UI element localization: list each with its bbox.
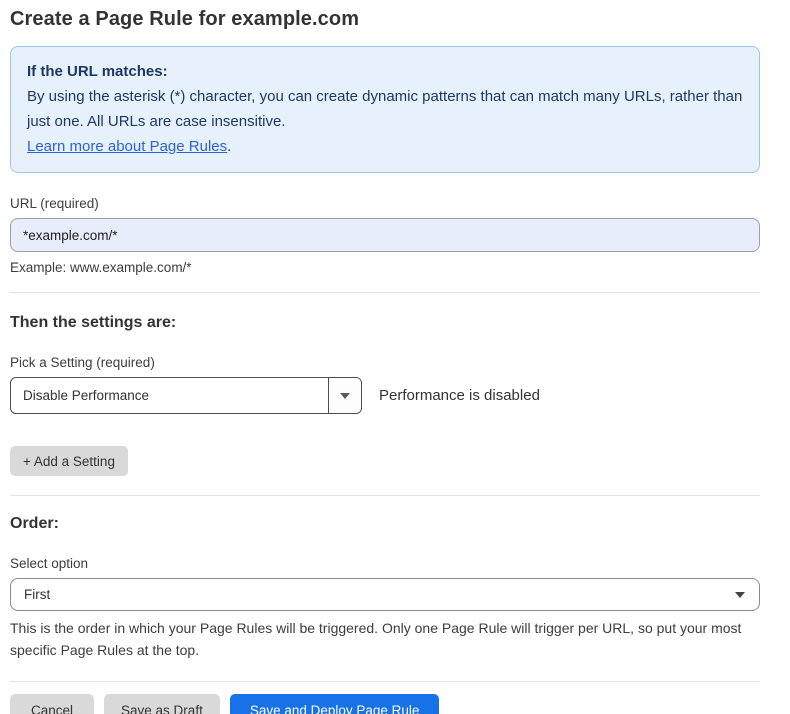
order-heading: Order: bbox=[10, 515, 760, 533]
chevron-down-icon bbox=[340, 393, 350, 399]
save-as-draft-button[interactable]: Save as Draft bbox=[104, 694, 220, 714]
setting-select[interactable]: Disable Performance bbox=[10, 377, 362, 414]
order-select-value: First bbox=[24, 587, 50, 602]
footer-actions: Cancel Save as Draft Save and Deploy Pag… bbox=[10, 694, 760, 714]
setting-select-value: Disable Performance bbox=[11, 378, 328, 413]
setting-row: Disable Performance Performance is disab… bbox=[10, 377, 760, 414]
learn-more-link[interactable]: Learn more about Page Rules bbox=[27, 138, 227, 155]
create-page-rule-page: Create a Page Rule for example.com If th… bbox=[0, 0, 790, 714]
url-example-text: Example: www.example.com/* bbox=[10, 260, 760, 275]
divider bbox=[10, 495, 760, 496]
cancel-button[interactable]: Cancel bbox=[10, 694, 94, 714]
url-matches-notice: If the URL matches: By using the asteris… bbox=[10, 46, 760, 173]
pick-setting-label: Pick a Setting (required) bbox=[10, 355, 760, 370]
select-option-label: Select option bbox=[10, 556, 760, 571]
save-and-deploy-button[interactable]: Save and Deploy Page Rule bbox=[230, 694, 440, 714]
link-suffix: . bbox=[227, 138, 231, 155]
notice-heading: If the URL matches: bbox=[27, 59, 743, 84]
chevron-down-icon bbox=[735, 592, 745, 598]
setting-select-arrow-button[interactable] bbox=[328, 378, 361, 413]
notice-body: By using the asterisk (*) character, you… bbox=[27, 84, 743, 134]
url-label: URL (required) bbox=[10, 196, 760, 211]
divider bbox=[10, 292, 760, 293]
order-help-text: This is the order in which your Page Rul… bbox=[10, 617, 748, 661]
setting-status-text: Performance is disabled bbox=[379, 387, 540, 404]
add-setting-button[interactable]: + Add a Setting bbox=[10, 446, 128, 476]
order-select[interactable]: First bbox=[10, 578, 760, 611]
divider bbox=[10, 681, 760, 682]
notice-link-line: Learn more about Page Rules. bbox=[27, 134, 743, 159]
url-input[interactable] bbox=[10, 218, 760, 252]
settings-heading: Then the settings are: bbox=[10, 314, 760, 332]
page-title: Create a Page Rule for example.com bbox=[10, 8, 760, 31]
